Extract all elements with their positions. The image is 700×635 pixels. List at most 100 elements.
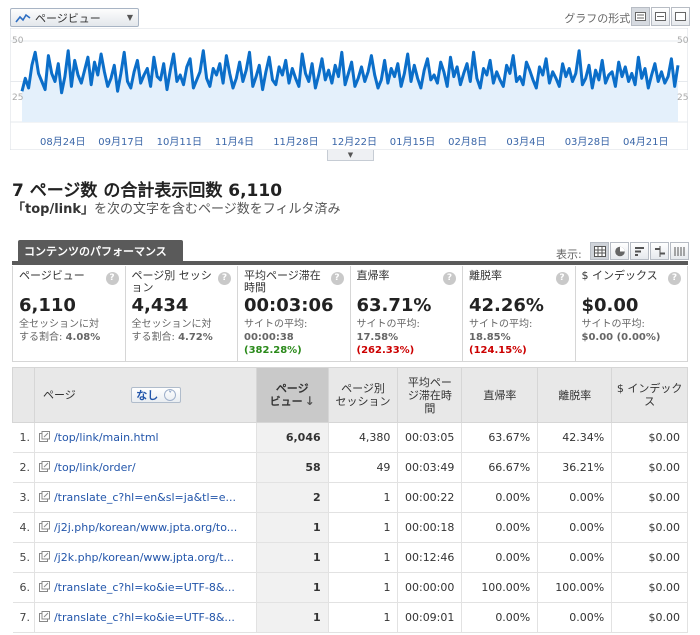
help-icon[interactable]: ?: [443, 272, 456, 285]
external-link-icon[interactable]: [38, 581, 50, 592]
page-header: ページ なし ˅: [33, 367, 257, 423]
day-view-icon: [635, 12, 646, 21]
sessions-header[interactable]: ページ別 セッション: [327, 367, 399, 423]
table-view-button[interactable]: [590, 242, 609, 260]
graph-format-day-button[interactable]: [631, 7, 650, 26]
graph-format-week-button[interactable]: [651, 7, 670, 26]
page-cell: /top/link/main.html: [34, 422, 257, 453]
filter-description-text: を次の文字を含むページ数をフィルタ済み: [94, 202, 341, 217]
page-link[interactable]: /translate_c?hl=en&sl=ja&tl=e...: [54, 491, 236, 504]
pageviews-cell: 1: [256, 572, 329, 603]
secondary-dimension-select[interactable]: なし ˅: [131, 387, 182, 403]
x-axis-tick-label: 09月17日: [98, 137, 144, 148]
scorecard-value: 4,434: [131, 295, 189, 316]
page-link[interactable]: /translate_c?hl=ko&ie=UTF-8&...: [54, 581, 235, 594]
tab-underline: [12, 261, 688, 265]
page-cell: /translate_c?hl=ko&ie=UTF-8&...: [34, 572, 257, 603]
page-link[interactable]: /top/link/main.html: [54, 431, 159, 444]
row-index: 4.: [12, 512, 35, 543]
line-chart-icon: [15, 13, 31, 22]
help-icon[interactable]: ?: [668, 272, 681, 285]
x-axis-tick-label: 04月21日: [623, 137, 669, 148]
page-cell: /j2k.php/korean/www.jpta.org/t...: [34, 542, 257, 573]
month-view-icon: [675, 12, 686, 21]
exit-rate-cell: 36.21%: [537, 452, 613, 483]
help-icon[interactable]: ?: [105, 272, 119, 285]
scorecard-sub-line1: サイトの平均:: [244, 319, 308, 330]
scorecard-sub: サイトの平均: 17.58% (262.33%): [357, 318, 458, 357]
avg-time-cell: 00:03:49: [397, 452, 463, 483]
tab-content-performance[interactable]: コンテンツのパフォーマンス: [18, 240, 183, 261]
page-link[interactable]: /j2j.php/korean/www.jpta.org/to...: [54, 521, 237, 534]
exit-rate-cell: 0.00%: [537, 512, 613, 543]
external-link-icon[interactable]: [38, 461, 50, 472]
bounce-rate-cell: 0.00%: [461, 602, 539, 633]
exit-rate-cell: 100.00%: [537, 572, 613, 603]
scorecard-sub: 全セッションに対 する割合: 4.08%: [19, 318, 120, 344]
avg-time-cell: 00:00:18: [397, 512, 463, 543]
page-header-label: ページ: [42, 388, 76, 402]
avg-time-header[interactable]: 平均ペー ジ滞在時間: [397, 367, 463, 423]
bounce-rate-cell: 63.67%: [461, 422, 539, 453]
pie-chart-icon: [614, 246, 625, 256]
page-cell: /j2j.php/korean/www.jpta.org/to...: [34, 512, 257, 543]
scorecard-value: 63.71%: [356, 295, 432, 316]
x-axis-tick-label: 01月15日: [389, 137, 436, 148]
y-axis-label-mid: 25: [12, 93, 24, 103]
external-link-icon[interactable]: [38, 551, 50, 562]
page-link[interactable]: /top/link/order/: [54, 461, 136, 474]
scorecard-sub: 全セッションに対 する割合: 4.72%: [132, 318, 233, 344]
x-axis-tick-label: 11月4日: [214, 137, 254, 148]
chevron-down-icon: ˅: [164, 389, 177, 401]
scorecard-sub-line1: 全セッションに対: [131, 319, 212, 330]
dollar-index-cell: $0.00: [611, 602, 688, 633]
pageviews-cell: 2: [256, 482, 329, 513]
dollar-index-header[interactable]: $ インデックス: [611, 367, 688, 423]
dollar-index-cell: $0.00: [611, 452, 688, 483]
x-axis-tick-label: 10月11日: [156, 137, 203, 148]
external-link-icon[interactable]: [38, 491, 50, 502]
page-cell: /top/link/order/: [34, 452, 257, 483]
row-index: 5.: [12, 542, 35, 573]
external-link-icon[interactable]: [38, 431, 50, 442]
page-link[interactable]: /j2k.php/korean/www.jpta.org/t...: [54, 551, 234, 564]
row-index: 7.: [12, 602, 35, 633]
external-link-icon[interactable]: [38, 521, 50, 532]
y-axis-label-mid-right: 25: [677, 93, 689, 103]
scorecard-compare-percent: (262.33%): [356, 345, 415, 356]
graph-format-month-button[interactable]: [671, 7, 690, 26]
pie-view-button[interactable]: [610, 242, 629, 260]
scorecard-sub-percent: 4.08%: [65, 332, 101, 343]
scorecard-dollar-index: ? $ インデックス $0.00 サイトの平均: $0.00 (0.00%): [576, 266, 688, 361]
filter-keyword: 「top/link」: [12, 202, 95, 217]
scorecard-avg-time: ? 平均ページ滞在時間 00:03:06 サイトの平均: 00:00:38 (38…: [238, 266, 351, 361]
scorecard-sub-percent: 4.72%: [178, 332, 213, 343]
pageviews-cell: 58: [256, 452, 329, 483]
scorecard-site-average: 00:00:38: [244, 332, 294, 343]
pageviews-cell: 1: [256, 602, 329, 633]
bounce-rate-header[interactable]: 直帰率: [461, 367, 539, 423]
exit-rate-header[interactable]: 離脱率: [537, 367, 613, 423]
pageviews-header[interactable]: ページ ビュー ↓: [255, 367, 329, 423]
bar-view-button[interactable]: [630, 242, 649, 260]
scorecard-pageviews: ? ページビュー 6,110 全セッションに対 する割合: 4.08%: [13, 266, 126, 361]
pivot-icon: [674, 246, 684, 256]
content-table: ページ なし ˅ ページ ビュー ↓ ページ別 セッション 平均ペー ジ滞在時間 直帰率…: [12, 367, 688, 633]
compare-view-button[interactable]: [650, 242, 669, 260]
external-link-icon[interactable]: [38, 611, 50, 622]
row-index: 2.: [12, 452, 35, 483]
dollar-index-cell: $0.00: [611, 512, 688, 543]
help-icon[interactable]: ?: [555, 272, 569, 285]
metric-selector[interactable]: ページビュー ▼: [10, 8, 139, 27]
bounce-rate-cell: 66.67%: [461, 452, 539, 483]
dollar-index-cell: $0.00: [611, 542, 688, 573]
chart-collapse-toggle[interactable]: ▼: [327, 150, 374, 161]
x-axis-tick-label: 03月4日: [506, 137, 546, 148]
help-icon[interactable]: ?: [330, 272, 344, 285]
pivot-view-button[interactable]: [670, 242, 689, 260]
help-icon[interactable]: ?: [218, 272, 231, 285]
page-link[interactable]: /translate_c?hl=ko&ie=UTF-8&...: [54, 611, 235, 624]
scorecard-exit-rate: ? 離脱率 42.26% サイトの平均: 18.85% (124.15%): [463, 266, 576, 361]
avg-time-cell: 00:03:05: [397, 422, 463, 453]
x-axis-tick-label: 08月24日: [40, 137, 86, 148]
